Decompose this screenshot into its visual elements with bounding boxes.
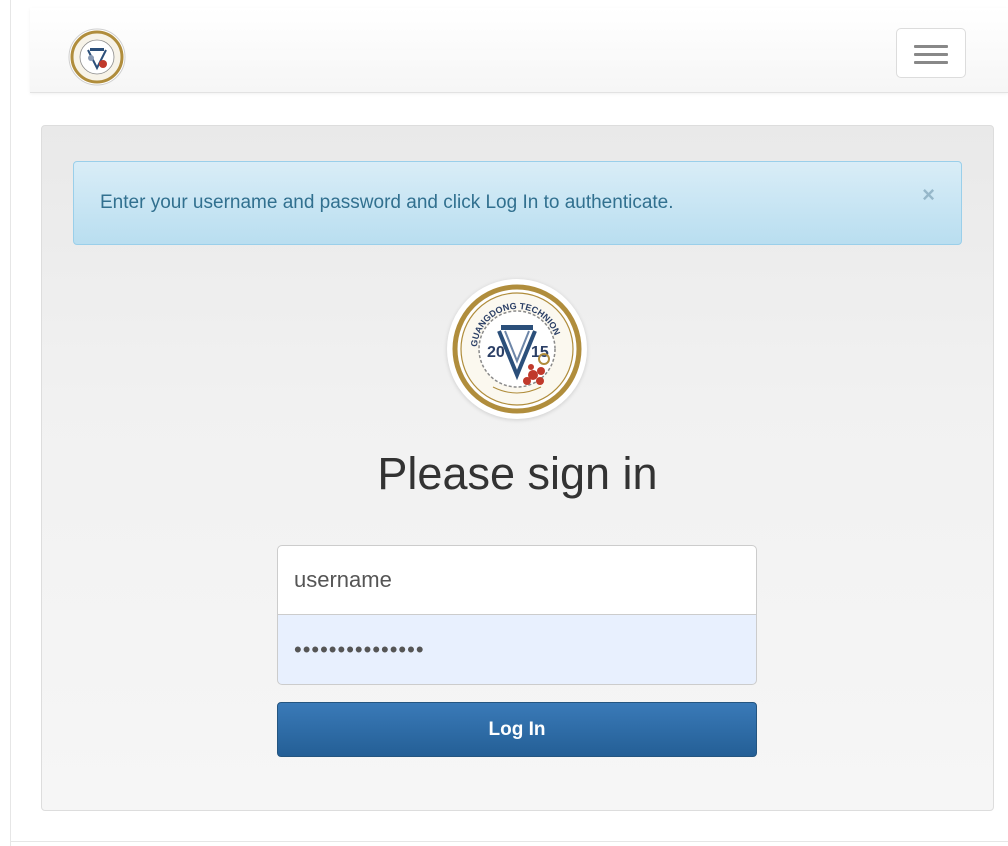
login-page: Enter your username and password and cli… xyxy=(0,0,1008,846)
login-button[interactable]: Log In xyxy=(277,702,757,757)
login-form: Log In xyxy=(277,545,757,757)
login-panel: Enter your username and password and cli… xyxy=(41,125,994,811)
window-edge xyxy=(10,0,11,846)
page-title: Please sign in xyxy=(377,448,658,499)
university-seal-icon: GUANGDONG TECHNION 20 15 xyxy=(447,279,587,419)
password-field[interactable] xyxy=(277,615,757,685)
hamburger-menu-icon[interactable] xyxy=(896,28,966,78)
alert-message: Enter your username and password and cli… xyxy=(100,192,674,213)
navbar xyxy=(30,8,1008,93)
university-seal-icon[interactable] xyxy=(68,28,126,86)
seal-year-left: 20 xyxy=(487,344,505,361)
close-icon[interactable]: × xyxy=(922,184,935,206)
username-field[interactable] xyxy=(277,545,757,615)
window-edge xyxy=(10,841,1008,842)
info-alert: Enter your username and password and cli… xyxy=(73,161,962,245)
